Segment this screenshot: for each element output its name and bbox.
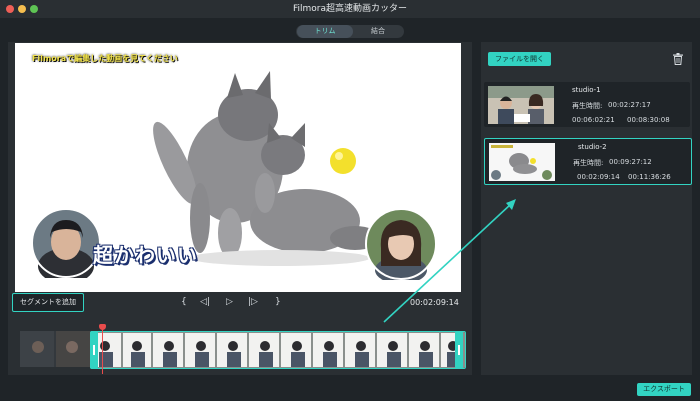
add-segment-button[interactable]: セグメントを追加 [12, 293, 84, 312]
trash-icon[interactable] [673, 53, 683, 65]
in-point-value: 00:06:02:21 [572, 116, 615, 124]
file-item-studio-2[interactable]: studio-2 再生時間: 00:09:27:12 00:02:09:14 0… [484, 138, 692, 185]
video-caption-bottom: 超かわいい [93, 243, 198, 267]
trim-end-handle[interactable] [455, 331, 463, 369]
presenter-left-avatar [31, 208, 101, 278]
duration-value: 00:09:27:12 [609, 158, 652, 166]
tab-trim[interactable]: トリム [297, 25, 353, 38]
timeline-thumbnails-selected [91, 332, 465, 368]
export-button[interactable]: エクスポート [637, 383, 691, 396]
in-point-value: 00:02:09:14 [577, 173, 620, 181]
tab-join[interactable]: 結合 [354, 25, 402, 38]
file-thumbnail [488, 86, 554, 124]
open-file-button[interactable]: ファイルを開く [488, 52, 551, 66]
trim-start-handle[interactable] [90, 331, 98, 369]
playhead-line[interactable] [102, 328, 103, 374]
timeline-thumbnail-strip-unselected [20, 331, 90, 367]
out-point-value: 00:11:36:26 [628, 173, 671, 181]
file-name: studio-2 [578, 143, 607, 151]
mode-tabs: トリム 結合 [296, 25, 404, 38]
jump-to-in-point-button[interactable]: { [181, 297, 187, 307]
file-name: studio-1 [572, 86, 601, 94]
file-thumbnail [489, 143, 555, 181]
duration-value: 00:02:27:17 [608, 101, 651, 109]
jump-to-out-point-button[interactable]: } [275, 297, 281, 307]
timeline-selection-range[interactable] [90, 331, 466, 369]
previous-frame-button[interactable]: ◁| [200, 297, 210, 307]
timeline-thumbnails-left [20, 331, 90, 367]
duration-label: 再生時間: [573, 159, 604, 167]
play-button[interactable]: ▷ [226, 297, 233, 307]
file-item-studio-1[interactable]: studio-1 再生時間: 00:02:27:17 00:06:02:21 0… [484, 82, 690, 127]
window-title: Filmora超高速動画カッター [292, 4, 407, 14]
annotation-arrow-icon [383, 199, 516, 323]
duration-label: 再生時間: [572, 102, 603, 110]
out-point-value: 00:08:30:08 [627, 116, 670, 124]
next-frame-button[interactable]: |▷ [248, 297, 258, 307]
video-caption-top: Filmoraで編集した動画を見てください [32, 54, 178, 63]
